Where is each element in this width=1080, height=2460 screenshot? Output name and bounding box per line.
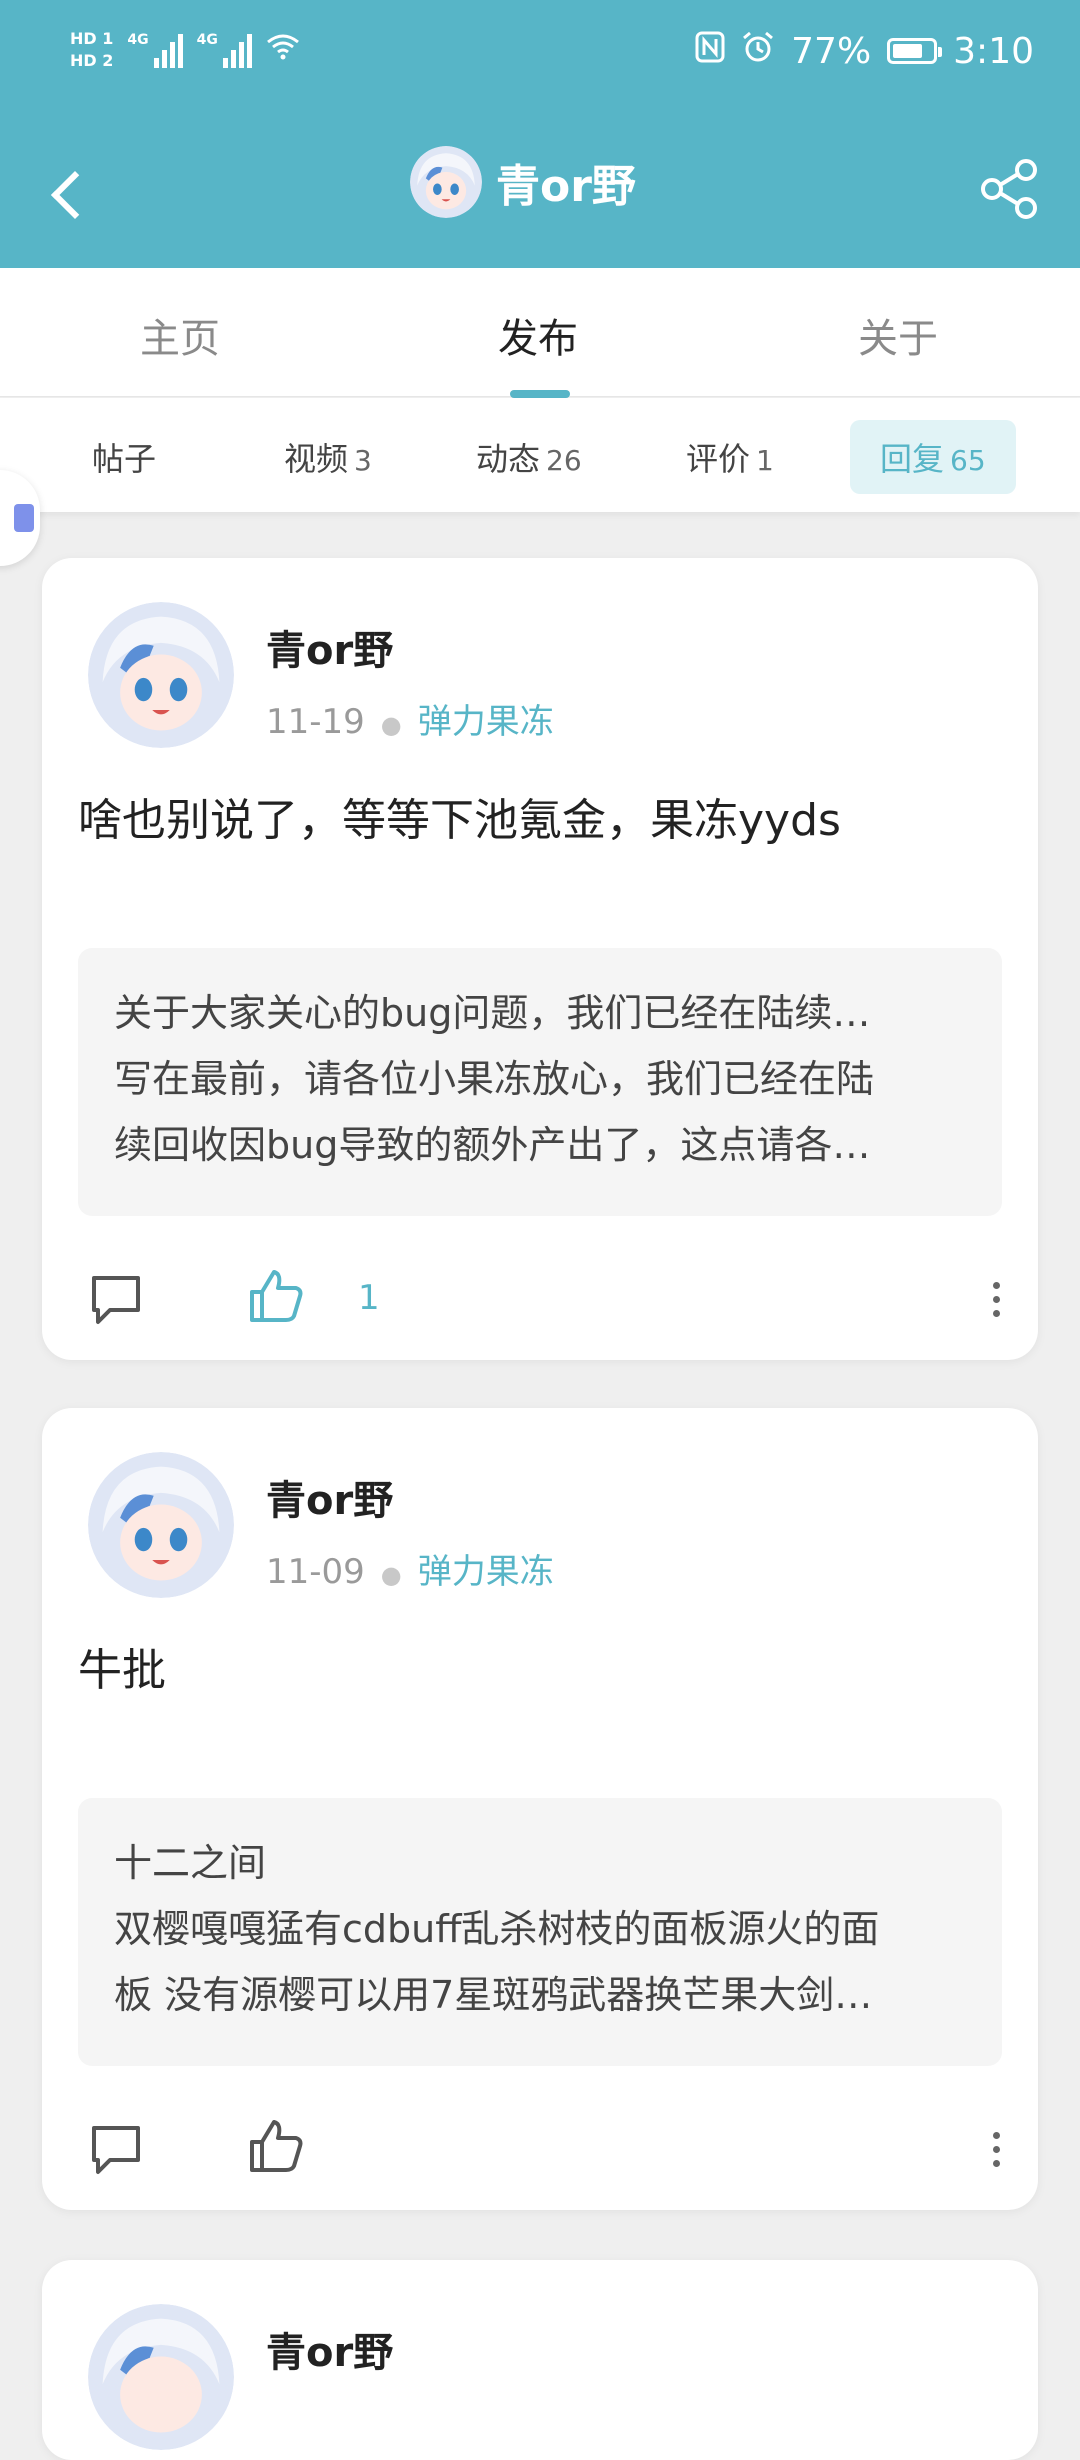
comment-icon[interactable] [86, 1270, 146, 1330]
quote-line: 写在最前，请各位小果冻放心，我们已经在陆 [114, 1057, 875, 1101]
avatar[interactable] [410, 146, 482, 218]
quoted-post[interactable]: 关于大家关心的bug问题，我们已经在陆续… 写在最前，请各位小果冻放心，我们已经… [78, 948, 1002, 1216]
like-icon[interactable] [246, 1266, 306, 1326]
quote-title: 关于大家关心的bug问题，我们已经在陆续… [114, 991, 871, 1035]
alarm-icon [741, 30, 775, 72]
quote-line: 板 没有源樱可以用7星斑鸦武器换芒果大剑… [114, 1973, 873, 2017]
header-profile[interactable]: 青or野 [410, 146, 636, 218]
tab-publish[interactable]: 发布 [498, 306, 578, 364]
signal-icon-2: 4G [197, 32, 252, 68]
hd1-label: HD 1 [70, 29, 114, 48]
more-icon[interactable] [986, 1278, 1006, 1322]
main-tabs: 主页 发布 关于 [0, 268, 1080, 398]
subtab-label: 帖子 [92, 440, 157, 478]
hd-indicators: HD 1 HD 2 [70, 28, 113, 72]
post-content: 啥也别说了，等等下池氪金，果冻yyds [78, 795, 841, 846]
signal-icon-1: 4G [127, 32, 183, 68]
more-icon[interactable] [986, 2128, 1006, 2172]
subtab-posts[interactable]: 帖子 [92, 434, 162, 480]
quoted-post[interactable]: 十二之间 双樱嘎嘎猛有cdbuff乱杀树枝的面板源火的面 板 没有源樱可以用7星… [78, 1798, 1002, 2066]
subtab-moments[interactable]: 动态 26 [476, 434, 582, 480]
post-content: 牛批 [78, 1645, 166, 1696]
status-bar: HD 1 HD 2 4G 4G 77% 3:10 [0, 0, 1080, 120]
wifi-icon [266, 32, 300, 68]
username[interactable]: 青or野 [266, 2320, 393, 2378]
clock: 3:10 [953, 30, 1034, 72]
quote-title: 十二之间 [114, 1841, 267, 1885]
comment-icon[interactable] [86, 2120, 146, 2180]
username[interactable]: 青or野 [266, 618, 554, 676]
username[interactable]: 青or野 [266, 1468, 554, 1526]
subtab-label: 评价 [686, 440, 751, 478]
game-tag[interactable]: 弹力果冻 [418, 1552, 554, 1592]
avatar[interactable] [88, 2304, 234, 2450]
page-title: 青or野 [496, 161, 636, 212]
network-type-1: 4G [127, 32, 149, 48]
sub-tabs: 帖子 视频 3 动态 26 评价 1 回复 65 [0, 398, 1080, 512]
post-actions: 1 [86, 1260, 1006, 1340]
post-meta: 11-09 ● 弹力果冻 [266, 1552, 554, 1592]
nfc-icon [695, 31, 725, 71]
subtab-label: 回复 [880, 440, 945, 478]
subtab-count: 3 [354, 444, 372, 477]
subtab-label: 视频 [284, 440, 349, 478]
battery-icon [887, 38, 943, 64]
post-date: 11-19 [266, 702, 365, 742]
post-card[interactable]: 青or野 11-19 ● 弹力果冻 啥也别说了，等等下池氪金，果冻yyds 关于大家… [42, 558, 1038, 1360]
share-icon [974, 159, 1044, 228]
subtab-videos[interactable]: 视频 3 [284, 434, 372, 480]
post-meta: 11-19 ● 弹力果冻 [266, 702, 554, 742]
quote-line: 双樱嘎嘎猛有cdbuff乱杀树枝的面板源火的面 [114, 1907, 880, 1951]
avatar[interactable] [88, 1452, 234, 1598]
app-header: 青or野 [0, 120, 1080, 268]
share-button[interactable] [974, 154, 1044, 224]
tab-home[interactable]: 主页 [140, 306, 220, 364]
hd2-label: HD 2 [70, 51, 114, 70]
avatar[interactable] [88, 602, 234, 748]
subtab-count: 65 [950, 444, 986, 477]
network-type-2: 4G [196, 32, 218, 48]
battery-percent: 77% [791, 30, 872, 72]
tab-indicator [510, 390, 570, 398]
subtab-count: 26 [546, 444, 582, 477]
like-count: 1 [358, 1278, 380, 1318]
post-date: 11-09 [266, 1552, 365, 1592]
subtab-replies[interactable]: 回复 65 [850, 420, 1016, 494]
post-actions [86, 2110, 1006, 2190]
subtab-label: 动态 [476, 440, 541, 478]
post-card[interactable]: 青or野 [42, 2260, 1038, 2460]
post-card[interactable]: 青or野 11-09 ● 弹力果冻 牛批 十二之间 双樱嘎嘎猛有cdbuff乱杀树枝… [42, 1408, 1038, 2210]
subtab-count: 1 [756, 444, 774, 477]
back-button[interactable] [44, 156, 94, 226]
game-tag[interactable]: 弹力果冻 [418, 702, 554, 742]
subtab-reviews[interactable]: 评价 1 [686, 434, 774, 480]
tab-about[interactable]: 关于 [858, 306, 938, 364]
quote-line: 续回收因bug导致的额外产出了，这点请各… [114, 1123, 871, 1167]
like-icon[interactable] [246, 2116, 306, 2176]
